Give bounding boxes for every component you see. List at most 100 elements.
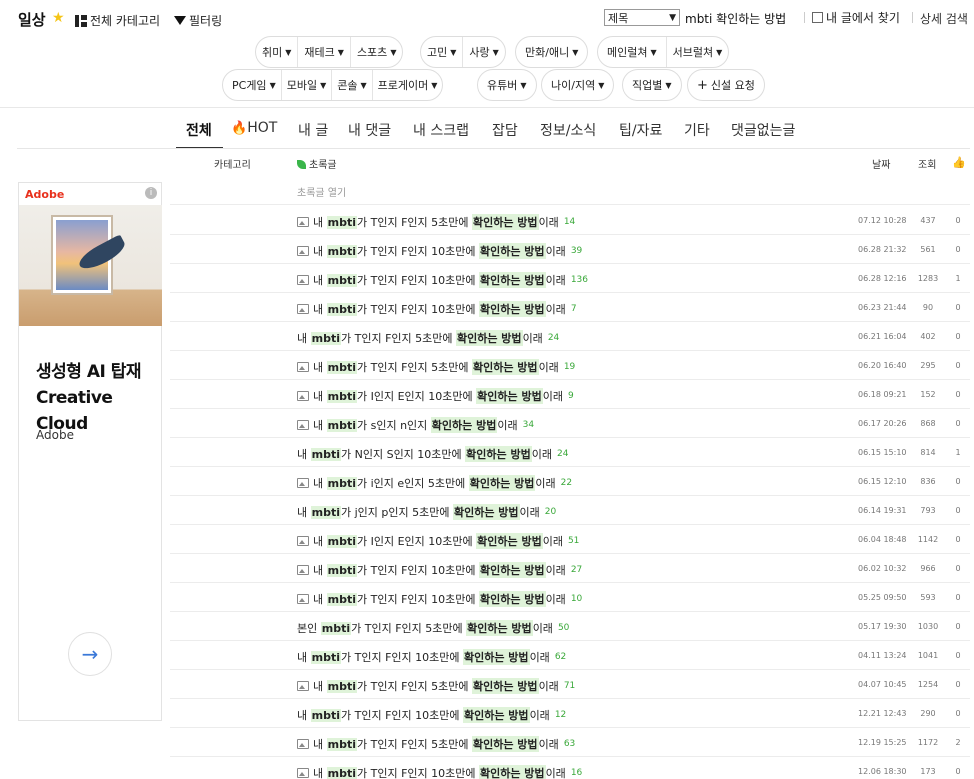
post-row[interactable]: 내 mbti 가 T인지 F인지 10초만에 확인하는 방법 이래 12 12.21 1… bbox=[170, 699, 970, 728]
post-row[interactable]: 내 mbti 가 T인지 F인지 10초만에 확인하는 방법 이래 27 06.02 1… bbox=[170, 554, 970, 583]
all-categories-button[interactable]: 전체 카테고리 bbox=[75, 12, 160, 29]
tab-my-scrap[interactable]: 내 스크랩 bbox=[413, 120, 469, 140]
comment-count[interactable]: 24 bbox=[548, 333, 559, 343]
category-love[interactable]: 사랑 ▼ bbox=[463, 37, 504, 67]
tab-hot[interactable]: 🔥HOT bbox=[231, 120, 277, 136]
post-row[interactable]: 내 mbti 가 T인지 F인지 10초만에 확인하는 방법 이래 7 06.23 21… bbox=[170, 293, 970, 322]
post-title[interactable]: 내 mbti 가 T인지 F인지 10초만에 확인하는 방법 이래 10 bbox=[297, 591, 582, 607]
comment-count[interactable]: 62 bbox=[555, 652, 566, 662]
tab-no-comments[interactable]: 댓글없는글 bbox=[731, 120, 795, 140]
comment-count[interactable]: 27 bbox=[571, 565, 582, 575]
post-row[interactable]: 내 mbti 가 T인지 F인지 5초만에 확인하는 방법 이래 71 04.07 10… bbox=[170, 670, 970, 699]
comment-count[interactable]: 34 bbox=[523, 420, 534, 430]
comment-count[interactable]: 20 bbox=[545, 507, 556, 517]
post-title[interactable]: 내 mbti 가 I인지 E인지 10초만에 확인하는 방법 이래 9 bbox=[297, 388, 574, 404]
category-mobile[interactable]: 모바일 ▼ bbox=[282, 70, 333, 100]
category-console[interactable]: 콘솔 ▼ bbox=[332, 70, 373, 100]
post-title[interactable]: 내 mbti 가 T인지 F인지 5초만에 확인하는 방법 이래 71 bbox=[297, 678, 575, 694]
tab-my-posts[interactable]: 내 글 bbox=[298, 120, 328, 140]
post-title[interactable]: 내 mbti 가 T인지 F인지 5초만에 확인하는 방법 이래 19 bbox=[297, 359, 575, 375]
post-title[interactable]: 내 mbti 가 T인지 F인지 10초만에 확인하는 방법 이래 12 bbox=[297, 707, 566, 723]
post-title[interactable]: 내 mbti 가 T인지 F인지 10초만에 확인하는 방법 이래 136 bbox=[297, 272, 588, 288]
column-title[interactable]: 초록글 bbox=[297, 156, 337, 171]
comment-count[interactable]: 24 bbox=[557, 449, 568, 459]
comment-count[interactable]: 12 bbox=[555, 710, 566, 720]
favorite-star-icon[interactable]: ★ bbox=[52, 11, 65, 25]
post-row[interactable]: 본인 mbti 가 T인지 F인지 5초만에 확인하는 방법 이래 50 05.17 1… bbox=[170, 612, 970, 641]
post-title[interactable]: 내 mbti 가 s인지 n인지 확인하는 방법 이래 34 bbox=[297, 417, 534, 433]
advertisement[interactable]: Adobe i 생성형 AI 탑재 Creative Cloud Adobe → bbox=[18, 182, 162, 721]
tab-all[interactable]: 전체 bbox=[186, 120, 212, 140]
post-row[interactable]: 내 mbti 가 T인지 F인지 5초만에 확인하는 방법 이래 63 12.19 15… bbox=[170, 728, 970, 757]
post-title[interactable]: 내 mbti 가 I인지 E인지 10초만에 확인하는 방법 이래 51 bbox=[297, 533, 579, 549]
tab-tips[interactable]: 팁/자료 bbox=[619, 120, 662, 140]
advanced-search-link[interactable]: 상세 검색 bbox=[920, 10, 968, 27]
category-pro-gamer[interactable]: 프로게이머 ▼ bbox=[373, 70, 443, 100]
post-row[interactable]: 내 mbti 가 j인지 p인지 5초만에 확인하는 방법 이래 20 06.14 19… bbox=[170, 496, 970, 525]
post-title[interactable]: 내 mbti 가 T인지 F인지 5초만에 확인하는 방법 이래 63 bbox=[297, 736, 575, 752]
post-title[interactable]: 내 mbti 가 N인지 S인지 10초만에 확인하는 방법 이래 24 bbox=[297, 446, 568, 462]
comment-count[interactable]: 10 bbox=[571, 594, 582, 604]
post-title[interactable]: 내 mbti 가 T인지 F인지 5초만에 확인하는 방법 이래 14 bbox=[297, 214, 575, 230]
category-hobby[interactable]: 취미 ▼ bbox=[256, 37, 299, 67]
tab-etc[interactable]: 기타 bbox=[684, 120, 710, 140]
comment-count[interactable]: 63 bbox=[564, 739, 575, 749]
post-title[interactable]: 내 mbti 가 T인지 F인지 10초만에 확인하는 방법 이래 7 bbox=[297, 301, 577, 317]
highlight: 확인하는 방법 bbox=[468, 475, 536, 491]
post-row[interactable]: 내 mbti 가 T인지 F인지 5초만에 확인하는 방법 이래 14 07.12 10… bbox=[170, 206, 970, 235]
post-title[interactable]: 내 mbti 가 j인지 p인지 5초만에 확인하는 방법 이래 20 bbox=[297, 504, 556, 520]
tab-chat[interactable]: 잡담 bbox=[492, 120, 518, 140]
comment-count[interactable]: 50 bbox=[558, 623, 569, 633]
category-youtuber[interactable]: 유튜버 ▼ bbox=[478, 70, 536, 100]
post-title[interactable]: 내 mbti 가 T인지 F인지 10초만에 확인하는 방법 이래 62 bbox=[297, 649, 566, 665]
post-row[interactable]: 내 mbti 가 T인지 F인지 10초만에 확인하는 방법 이래 10 05.25 0… bbox=[170, 583, 970, 612]
open-preview-link[interactable]: 초록글 열기 bbox=[297, 184, 346, 199]
post-row[interactable]: 내 mbti 가 I인지 E인지 10초만에 확인하는 방법 이래 51 06.04 1… bbox=[170, 525, 970, 554]
post-row[interactable]: 내 mbti 가 I인지 E인지 10초만에 확인하는 방법 이래 9 06.18 09… bbox=[170, 380, 970, 409]
comment-count[interactable]: 7 bbox=[571, 304, 577, 314]
post-row[interactable]: 내 mbti 가 s인지 n인지 확인하는 방법 이래 34 06.17 20:26 86… bbox=[170, 409, 970, 438]
comment-count[interactable]: 16 bbox=[571, 768, 582, 778]
post-title[interactable]: 내 mbti 가 T인지 F인지 10초만에 확인하는 방법 이래 27 bbox=[297, 562, 582, 578]
tab-info-news[interactable]: 정보/소식 bbox=[540, 120, 596, 140]
comment-count[interactable]: 136 bbox=[571, 275, 588, 285]
category-pc-game[interactable]: PC게임 ▼ bbox=[223, 70, 282, 100]
post-row[interactable]: 내 mbti 가 T인지 F인지 10초만에 확인하는 방법 이래 39 06.28 2… bbox=[170, 235, 970, 264]
search-field-select[interactable]: 제목 ▼ bbox=[604, 9, 680, 26]
category-job[interactable]: 직업별 ▼ bbox=[623, 70, 681, 100]
comment-count[interactable]: 14 bbox=[564, 217, 575, 227]
comment-count[interactable]: 71 bbox=[564, 681, 575, 691]
post-title[interactable]: 내 mbti 가 T인지 F인지 5초만에 확인하는 방법 이래 24 bbox=[297, 330, 559, 346]
post-row[interactable]: 내 mbti 가 N인지 S인지 10초만에 확인하는 방법 이래 24 06.15 1… bbox=[170, 438, 970, 467]
category-finance[interactable]: 재테크 ▼ bbox=[298, 37, 351, 67]
comment-count[interactable]: 22 bbox=[561, 478, 572, 488]
post-row[interactable]: 내 mbti 가 T인지 F인지 10초만에 확인하는 방법 이래 136 06.28 … bbox=[170, 264, 970, 293]
post-row[interactable]: 내 mbti 가 T인지 F인지 5초만에 확인하는 방법 이래 19 06.20 16… bbox=[170, 351, 970, 380]
post-title[interactable]: 본인 mbti 가 T인지 F인지 5초만에 확인하는 방법 이래 50 bbox=[297, 620, 569, 636]
post-row[interactable]: 내 mbti 가 T인지 F인지 10초만에 확인하는 방법 이래 16 12.06 1… bbox=[170, 757, 970, 779]
category-main-culture[interactable]: 메인럴쳐 ▼ bbox=[598, 37, 667, 67]
new-category-request-button[interactable]: + 신설 요청 bbox=[687, 69, 765, 101]
search-query-input[interactable]: mbti 확인하는 방법 bbox=[685, 10, 786, 27]
tab-my-comments[interactable]: 내 댓글 bbox=[348, 120, 391, 140]
category-sports[interactable]: 스포츠 ▼ bbox=[351, 37, 403, 67]
post-row[interactable]: 내 mbti 가 T인지 F인지 10초만에 확인하는 방법 이래 62 04.11 1… bbox=[170, 641, 970, 670]
post-title[interactable]: 내 mbti 가 T인지 F인지 10초만에 확인하는 방법 이래 39 bbox=[297, 243, 582, 259]
post-title[interactable]: 내 mbti 가 i인지 e인지 5초만에 확인하는 방법 이래 22 bbox=[297, 475, 572, 491]
board-title[interactable]: 일상 bbox=[18, 9, 46, 30]
post-row[interactable]: 내 mbti 가 i인지 e인지 5초만에 확인하는 방법 이래 22 06.15 12… bbox=[170, 467, 970, 496]
info-icon[interactable]: i bbox=[145, 187, 157, 199]
post-row[interactable]: 내 mbti 가 T인지 F인지 5초만에 확인하는 방법 이래 24 06.21 16… bbox=[170, 322, 970, 351]
comment-count[interactable]: 51 bbox=[568, 536, 579, 546]
arrow-right-icon[interactable]: → bbox=[68, 632, 112, 676]
search-in-my-posts-checkbox[interactable]: 내 글에서 찾기 bbox=[812, 9, 900, 26]
comment-count[interactable]: 9 bbox=[568, 391, 574, 401]
category-age-region[interactable]: 나이/지역 ▼ bbox=[542, 70, 613, 100]
category-anime[interactable]: 만화/애니 ▼ bbox=[516, 37, 587, 67]
comment-count[interactable]: 39 bbox=[571, 246, 582, 256]
comment-count[interactable]: 19 bbox=[564, 362, 575, 372]
filter-button[interactable]: 필터링 bbox=[174, 12, 222, 29]
post-title[interactable]: 내 mbti 가 T인지 F인지 10초만에 확인하는 방법 이래 16 bbox=[297, 765, 582, 779]
category-sub-culture[interactable]: 서브럴쳐 ▼ bbox=[667, 37, 729, 67]
category-concern[interactable]: 고민 ▼ bbox=[421, 37, 464, 67]
